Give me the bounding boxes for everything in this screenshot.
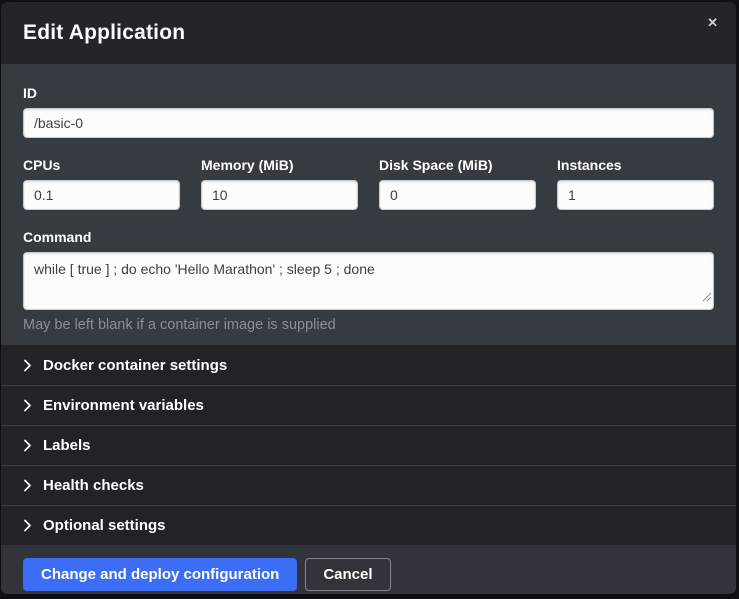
edit-application-modal: Edit Application ✕ ID CPUs Memory (MiB) … (1, 2, 736, 594)
chevron-right-icon (23, 399, 32, 412)
memory-input[interactable] (201, 180, 358, 210)
cpus-label: CPUs (23, 157, 180, 173)
disk-label: Disk Space (MiB) (379, 157, 536, 173)
page-title: Edit Application (23, 21, 185, 45)
id-label: ID (23, 85, 714, 101)
command-label: Command (23, 229, 714, 245)
command-textarea-wrap: while [ true ] ; do echo 'Hello Marathon… (23, 252, 714, 310)
cancel-button[interactable]: Cancel (305, 558, 390, 591)
collapsible-section-list: Docker container settings Environment va… (1, 345, 736, 545)
chevron-right-icon (23, 439, 32, 452)
id-input[interactable] (23, 108, 714, 138)
command-field-group: Command while [ true ] ; do echo 'Hello … (23, 229, 714, 333)
section-label: Optional settings (43, 517, 166, 534)
section-labels[interactable]: Labels (1, 425, 736, 465)
section-docker-container-settings[interactable]: Docker container settings (1, 345, 736, 385)
chevron-right-icon (23, 479, 32, 492)
resources-row: CPUs Memory (MiB) Disk Space (MiB) Insta… (23, 157, 714, 210)
section-label: Labels (43, 437, 91, 454)
memory-field-group: Memory (MiB) (201, 157, 358, 210)
instances-input[interactable] (557, 180, 714, 210)
change-and-deploy-button[interactable]: Change and deploy configuration (23, 558, 297, 591)
command-textarea[interactable]: while [ true ] ; do echo 'Hello Marathon… (23, 252, 714, 310)
cpus-field-group: CPUs (23, 157, 180, 210)
section-health-checks[interactable]: Health checks (1, 465, 736, 505)
modal-body: ID CPUs Memory (MiB) Disk Space (MiB) In… (1, 64, 736, 345)
modal-footer: Change and deploy configuration Cancel (1, 545, 736, 594)
command-help-text: May be left blank if a container image i… (23, 317, 714, 333)
section-optional-settings[interactable]: Optional settings (1, 505, 736, 545)
instances-field-group: Instances (557, 157, 714, 210)
section-label: Health checks (43, 477, 144, 494)
close-icon[interactable]: ✕ (704, 13, 721, 32)
chevron-right-icon (23, 359, 32, 372)
cpus-input[interactable] (23, 180, 180, 210)
chevron-right-icon (23, 519, 32, 532)
modal-header: Edit Application ✕ (1, 2, 736, 64)
instances-label: Instances (557, 157, 714, 173)
section-environment-variables[interactable]: Environment variables (1, 385, 736, 425)
disk-input[interactable] (379, 180, 536, 210)
id-field-group: ID (23, 85, 714, 138)
memory-label: Memory (MiB) (201, 157, 358, 173)
section-label: Environment variables (43, 397, 204, 414)
disk-field-group: Disk Space (MiB) (379, 157, 536, 210)
section-label: Docker container settings (43, 357, 227, 374)
